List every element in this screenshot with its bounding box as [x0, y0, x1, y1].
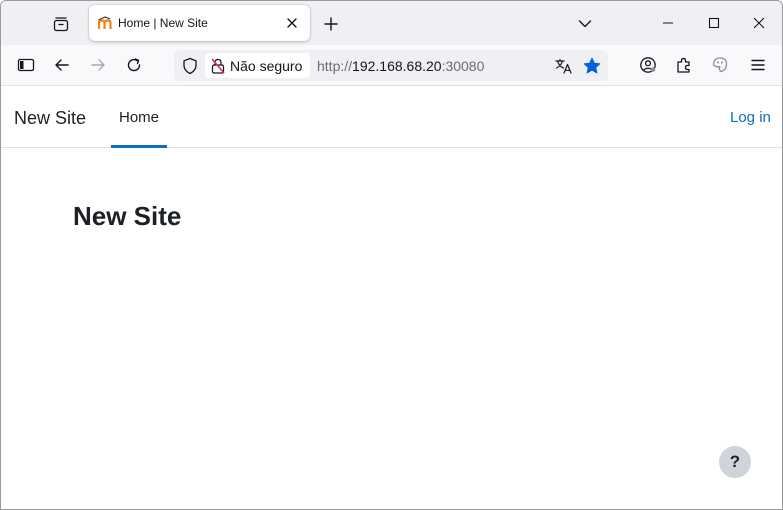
forward-button[interactable]	[84, 51, 112, 79]
puzzle-piece-icon	[677, 57, 690, 73]
chevron-down-icon	[578, 20, 592, 28]
shield-icon	[183, 57, 197, 75]
reload-button[interactable]	[120, 51, 148, 79]
url-text[interactable]: http://192.168.68.20:30080	[317, 58, 484, 74]
close-window-icon	[753, 17, 765, 29]
security-label: Não seguro	[230, 57, 303, 74]
minimize-button[interactable]	[645, 1, 691, 45]
hamburger-menu-icon	[751, 59, 765, 71]
tab-manager-icon	[53, 17, 69, 32]
nav-home-label: Home	[119, 109, 160, 126]
page-title: New Site	[73, 201, 182, 231]
sidebar-icon	[17, 58, 35, 72]
help-button[interactable]: ?	[719, 446, 751, 478]
app-menu-button[interactable]	[744, 51, 772, 79]
new-tab-button[interactable]	[319, 12, 343, 36]
nav-home[interactable]: Home	[111, 87, 167, 148]
account-icon	[640, 57, 656, 73]
plus-icon	[324, 17, 338, 31]
star-icon	[583, 57, 601, 74]
translate-button[interactable]	[553, 55, 575, 77]
close-icon	[287, 18, 297, 28]
site-security-indicator[interactable]: Não seguro	[205, 53, 311, 78]
account-button[interactable]	[634, 51, 662, 79]
extension-action-button[interactable]	[706, 51, 734, 79]
maximize-button[interactable]	[691, 1, 737, 45]
back-button[interactable]	[48, 51, 76, 79]
address-bar[interactable]: Não seguro http://192.168.68.20:30080	[174, 50, 608, 81]
browser-window: Home | New Site Não seguro http://192.16…	[0, 0, 783, 510]
site-navbar: New Site Home Log in	[1, 87, 782, 148]
url-host: 192.168.68.20	[352, 58, 442, 74]
minimize-icon	[663, 22, 673, 24]
arrow-right-icon	[91, 59, 105, 71]
bookmark-star-button[interactable]	[581, 55, 603, 77]
insecure-lock-icon	[211, 58, 225, 74]
login-link[interactable]: Log in	[730, 109, 771, 126]
arrow-left-icon	[55, 59, 69, 71]
tab-manager-button[interactable]	[45, 8, 77, 40]
extensions-button[interactable]	[670, 51, 698, 79]
tracking-protection-button[interactable]	[180, 56, 200, 76]
active-tab[interactable]: Home | New Site	[89, 5, 310, 41]
close-window-button[interactable]	[736, 1, 782, 45]
url-scheme: http://	[317, 58, 353, 74]
tab-close-button[interactable]	[283, 14, 301, 32]
tab-strip: Home | New Site	[1, 1, 782, 45]
moodle-favicon-icon	[98, 16, 112, 29]
extension-icon	[712, 57, 728, 73]
maximize-icon	[708, 17, 720, 29]
navigation-toolbar: Não seguro http://192.168.68.20:30080	[1, 45, 782, 86]
active-nav-indicator	[111, 145, 167, 148]
url-port: :30080	[441, 58, 485, 74]
site-brand[interactable]: New Site	[14, 108, 86, 129]
reload-icon	[127, 58, 141, 72]
translate-icon	[555, 58, 572, 74]
sidebar-button[interactable]	[12, 51, 40, 79]
tab-title: Home | New Site	[118, 16, 208, 30]
list-all-tabs-button[interactable]	[573, 12, 597, 36]
